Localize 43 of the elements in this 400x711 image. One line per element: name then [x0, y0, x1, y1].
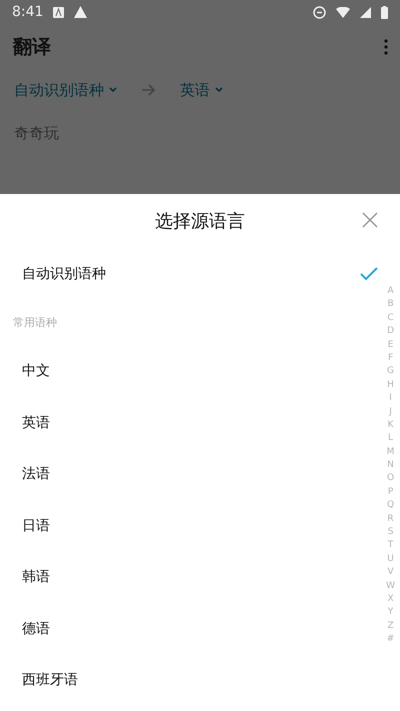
- index-letter[interactable]: W: [386, 580, 395, 593]
- warning-icon: [74, 6, 88, 18]
- index-letter[interactable]: #: [386, 633, 394, 647]
- more-options-icon[interactable]: [384, 39, 388, 55]
- index-letter[interactable]: L: [388, 432, 394, 446]
- do-not-disturb-icon: [313, 6, 326, 18]
- arrow-right-icon: [142, 84, 156, 96]
- source-language-button[interactable]: 自动识别语种: [14, 80, 118, 100]
- wifi-icon: [336, 6, 350, 18]
- target-language-button[interactable]: 英语: [180, 80, 224, 100]
- index-letter[interactable]: N: [387, 459, 394, 472]
- signal-icon: [360, 6, 371, 18]
- chevron-down-icon: [214, 86, 224, 94]
- index-letter[interactable]: B: [387, 298, 394, 312]
- index-letter[interactable]: I: [389, 392, 392, 406]
- checkmark-icon: [360, 266, 378, 281]
- app-title: 翻译: [13, 35, 52, 60]
- index-letter[interactable]: S: [388, 526, 394, 540]
- section-header: 常用语种: [13, 315, 57, 330]
- chevron-down-icon: [108, 86, 118, 94]
- index-letter[interactable]: J: [389, 406, 392, 419]
- index-letter[interactable]: K: [388, 418, 394, 432]
- input-field[interactable]: 奇奇玩: [0, 110, 400, 194]
- index-letter[interactable]: V: [387, 566, 394, 580]
- index-letter[interactable]: Z: [387, 620, 394, 634]
- index-letter[interactable]: C: [387, 312, 394, 326]
- index-letter[interactable]: H: [387, 378, 394, 392]
- index-letter[interactable]: F: [388, 352, 394, 366]
- battery-icon: [381, 6, 388, 18]
- notification-icon: [53, 6, 64, 18]
- sheet-title: 选择源语言: [155, 210, 245, 233]
- index-letter[interactable]: Y: [388, 606, 394, 620]
- status-time: 8:41: [12, 4, 44, 20]
- index-letter[interactable]: R: [387, 512, 394, 526]
- index-letter[interactable]: T: [388, 539, 394, 553]
- index-letter[interactable]: P: [388, 486, 394, 500]
- index-letter[interactable]: U: [387, 552, 394, 566]
- index-letter[interactable]: A: [387, 285, 394, 298]
- index-letter[interactable]: O: [387, 472, 394, 486]
- index-letter[interactable]: G: [387, 365, 394, 379]
- index-letter[interactable]: D: [387, 325, 394, 339]
- index-letter[interactable]: Q: [387, 499, 394, 513]
- index-letter[interactable]: M: [386, 446, 394, 460]
